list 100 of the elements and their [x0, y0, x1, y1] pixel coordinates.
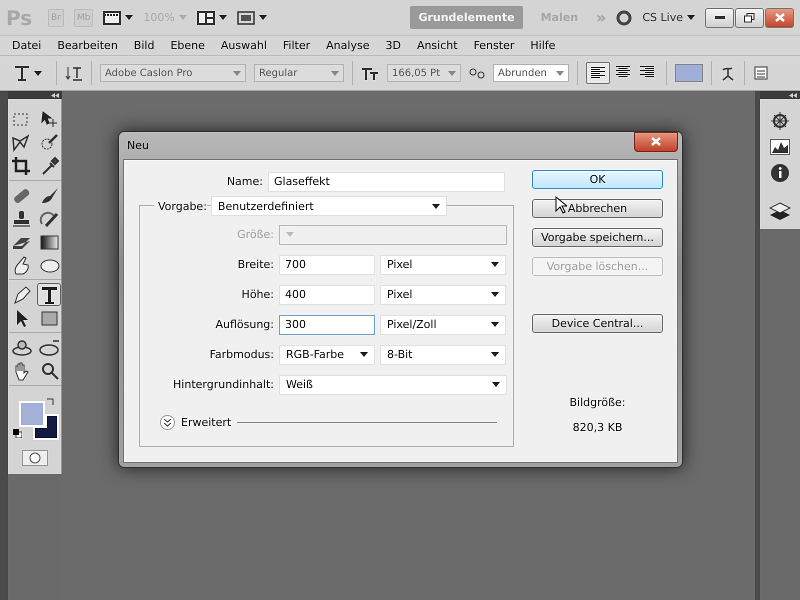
- menu-item[interactable]: Datei: [4, 39, 50, 52]
- type-tool-icon: [14, 65, 30, 81]
- menu-item[interactable]: Hilfe: [522, 39, 564, 52]
- menu-item[interactable]: Ansicht: [408, 39, 466, 52]
- caret-icon: [233, 70, 241, 76]
- close-button[interactable]: [634, 132, 678, 152]
- field-label: Breite:: [236, 258, 274, 271]
- close-icon: [774, 13, 784, 22]
- menu-item[interactable]: Filter: [274, 39, 318, 52]
- text-align-icon: [616, 66, 630, 78]
- swap-icon[interactable]: [44, 396, 54, 406]
- screen-icon: [236, 10, 255, 24]
- histogram-icon[interactable]: [770, 139, 790, 155]
- field-label: Hintergrundinhalt:: [172, 378, 274, 391]
- menu-item[interactable]: Fenster: [466, 39, 522, 52]
- dropdown[interactable]: 8-Bit: [380, 344, 506, 364]
- dialog-button[interactable]: Device Central...: [532, 314, 663, 333]
- field-label: Vorgabe:: [154, 200, 207, 212]
- field-label: Name:: [226, 175, 263, 188]
- dropdown[interactable]: Weiß: [279, 374, 507, 394]
- caret-icon: [687, 15, 695, 20]
- menu-item[interactable]: Bearbeiten: [49, 39, 126, 52]
- text-color-swatch[interactable]: [675, 64, 703, 82]
- menu-item[interactable]: Ebene: [162, 39, 213, 52]
- text-align-icon: [640, 66, 654, 78]
- field-label: Größe:: [236, 228, 274, 241]
- caret-icon: [491, 352, 499, 357]
- crop-icon: [10, 154, 32, 176]
- circle-icon: [28, 452, 40, 464]
- menu-item[interactable]: Analyse: [318, 39, 378, 52]
- size-label: Bildgröße:: [569, 396, 626, 409]
- caret-icon: [491, 322, 499, 327]
- close-icon: [651, 137, 661, 146]
- navigator-wheel-icon[interactable]: [770, 111, 790, 131]
- caret-icon: [448, 70, 456, 76]
- unit-dropdown[interactable]: Pixel: [380, 254, 506, 274]
- ring-icon: [616, 10, 632, 26]
- dropdown[interactable]: RGB-Farbe: [279, 344, 375, 364]
- caret-icon: [360, 352, 368, 357]
- minimize-icon: [714, 16, 724, 20]
- caret-icon: [125, 15, 134, 20]
- chevron-icon: [164, 418, 171, 426]
- caret-icon: [556, 70, 564, 76]
- dialog-button[interactable]: OK: [532, 170, 663, 189]
- font-style-dropdown[interactable]: Regular: [254, 64, 344, 82]
- warp-text-icon[interactable]: [720, 65, 736, 81]
- caret-icon: [331, 70, 339, 76]
- type-tool-tool-button[interactable]: [36, 283, 60, 306]
- info-icon[interactable]: [770, 163, 790, 183]
- size-value: 820,3 KB: [572, 421, 622, 434]
- input-field[interactable]: 400: [279, 284, 375, 304]
- film-strip-button[interactable]: [103, 10, 134, 24]
- font-size-icon: [361, 65, 379, 81]
- align-button[interactable]: [586, 62, 610, 84]
- caret-icon: [432, 204, 440, 208]
- quick-mask-button[interactable]: [22, 450, 48, 466]
- caret-icon: [491, 262, 499, 267]
- layers-icon[interactable]: [769, 201, 791, 221]
- unit-dropdown[interactable]: Pixel: [380, 284, 506, 304]
- caret-icon: [492, 382, 500, 387]
- anti-alias-icon: [469, 66, 485, 80]
- window-title: Neu: [126, 139, 149, 152]
- name-field[interactable]: Glaseffekt: [268, 172, 505, 192]
- panels-icon[interactable]: [753, 65, 769, 81]
- cs-live-dropdown[interactable]: CS Live: [642, 11, 695, 24]
- restore-button[interactable]: [735, 8, 764, 28]
- restore-icon: [744, 12, 755, 22]
- film-strip-icon: [103, 10, 122, 24]
- minimize-button[interactable]: [705, 8, 734, 28]
- font-family-dropdown[interactable]: Adobe Caslon Pro: [100, 64, 246, 82]
- field-label: Farbmodus:: [208, 348, 274, 361]
- screen-mode-button[interactable]: [236, 10, 267, 24]
- arrange-button[interactable]: [196, 10, 227, 24]
- caret-icon: [218, 15, 227, 20]
- text-orientation-icon[interactable]: [65, 65, 83, 81]
- lasso-icon: [10, 132, 32, 154]
- caret-icon: [178, 15, 187, 20]
- preset-dropdown[interactable]: Benutzerdefiniert: [210, 196, 447, 216]
- caret-icon: [258, 15, 267, 20]
- dialog-button[interactable]: Abbrechen: [532, 199, 663, 218]
- menu-item[interactable]: 3D: [377, 39, 409, 52]
- caret-icon: [34, 70, 42, 76]
- font-size-dropdown[interactable]: 166,05 Pt: [387, 64, 461, 82]
- dialog-button[interactable]: Vorgabe speichern...: [532, 228, 663, 247]
- text-align-icon: [591, 67, 605, 79]
- foreground-color-swatch[interactable]: [18, 401, 44, 427]
- anti-alias-dropdown[interactable]: Abrunden: [493, 64, 569, 82]
- input-field[interactable]: 300: [279, 314, 375, 334]
- layout-icon: [196, 10, 215, 24]
- menu-item[interactable]: Bild: [126, 39, 162, 52]
- section-label: Erweitert: [181, 416, 232, 429]
- field-label: Höhe:: [240, 288, 274, 301]
- expand-button[interactable]: [160, 415, 175, 430]
- caret-icon: [286, 232, 294, 237]
- input-field[interactable]: 700: [279, 254, 375, 274]
- unit-dropdown[interactable]: Pixel/Zoll: [380, 314, 506, 334]
- menu-item[interactable]: Auswahl: [212, 39, 275, 52]
- mouse-cursor-icon: [555, 196, 567, 214]
- field-label: Auflösung:: [214, 318, 274, 331]
- default-colors-icon[interactable]: [12, 429, 22, 438]
